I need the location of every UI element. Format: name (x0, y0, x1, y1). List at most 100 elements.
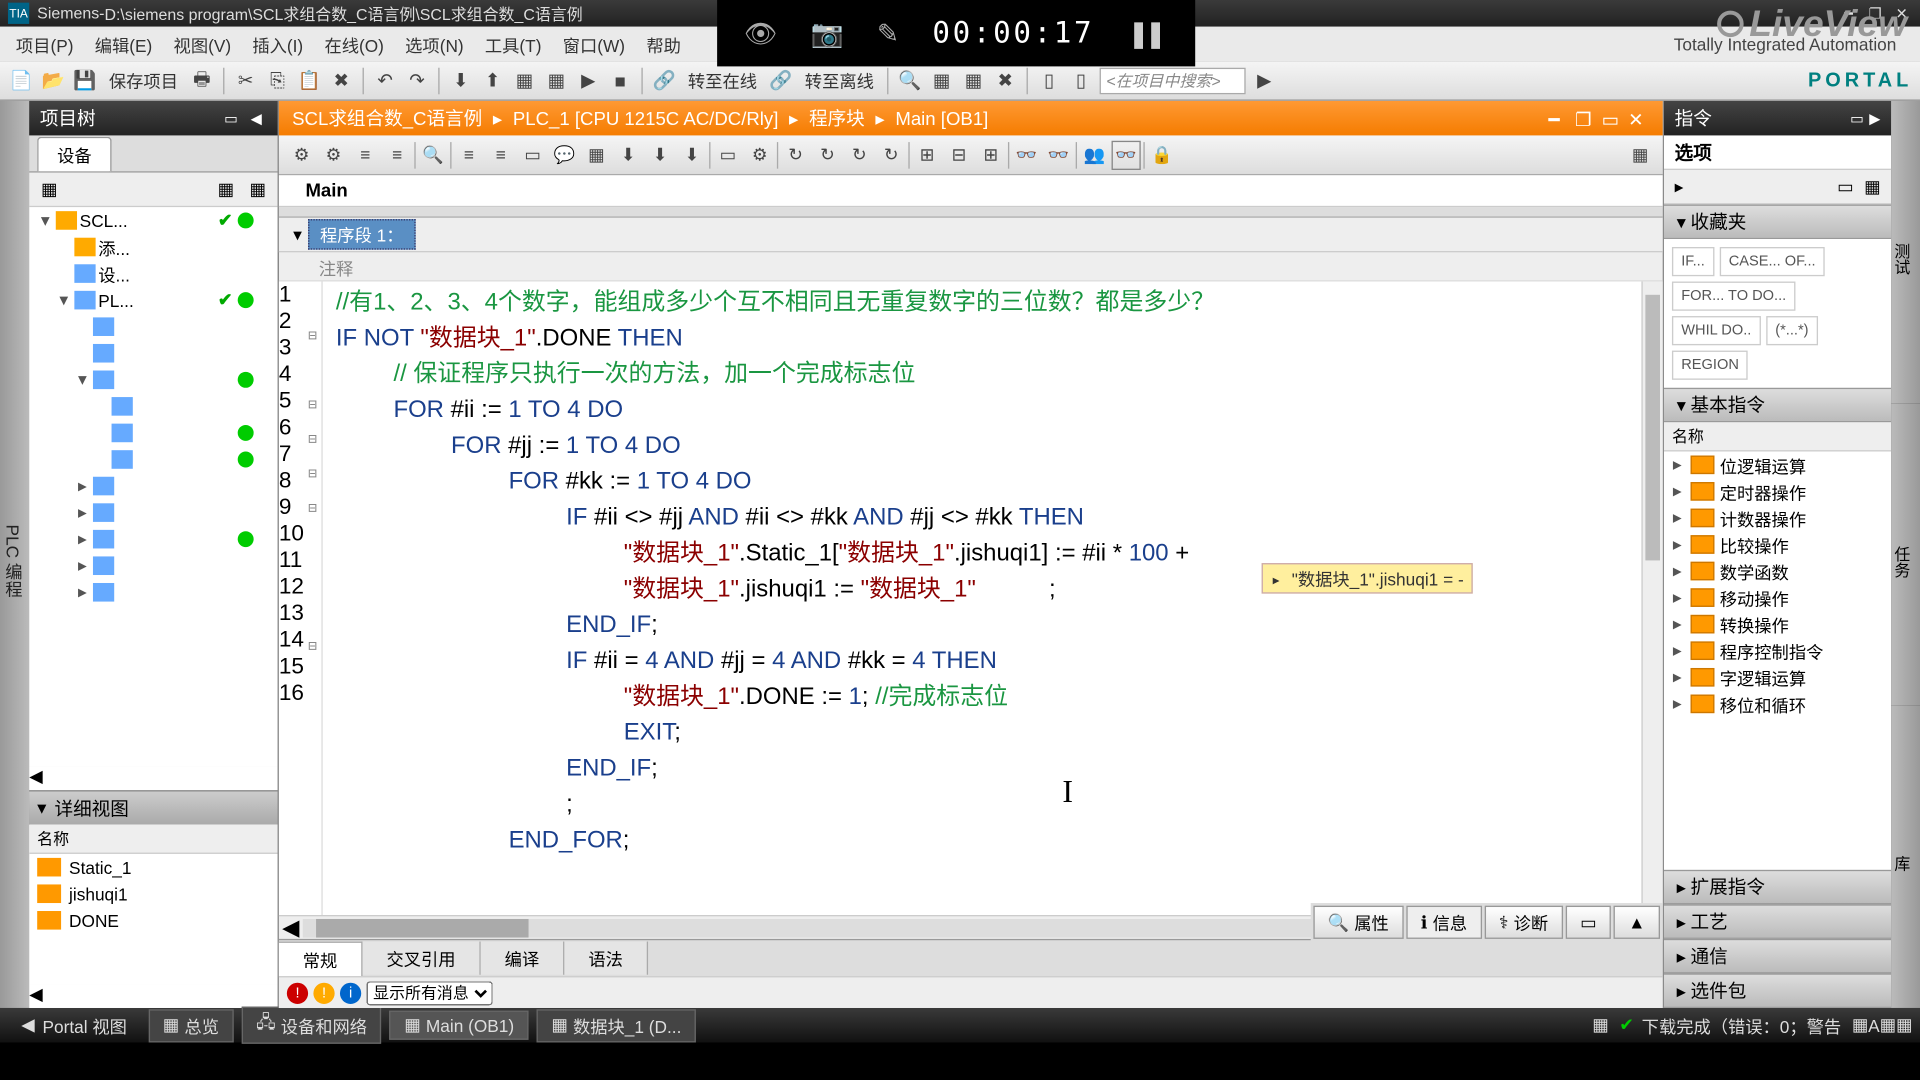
tree-item[interactable] (29, 393, 277, 420)
status-tray-1[interactable]: ▦ (1852, 1015, 1868, 1036)
menu-window[interactable]: 窗口(W) (552, 29, 636, 60)
favorites-accordion[interactable]: ▾收藏夹 (1664, 205, 1891, 240)
ed-tb-monitor-icon[interactable]: 👓 (1012, 140, 1041, 169)
project-tree[interactable]: ▾SCL...✔添...设...▾PL...✔▾▸▸▸▸▸ (29, 207, 277, 766)
code-editor[interactable]: 12345678910111213141516 ⊟ ⊟⊟⊟⊟ ⊟ //有1、2、… (279, 282, 1663, 915)
task-overview[interactable]: ▦ 总览 (148, 1009, 233, 1042)
instruction-group[interactable]: ▸计数器操作 (1664, 505, 1891, 532)
tb-icon-4[interactable]: ▦ (928, 67, 955, 94)
ed-tb-9[interactable]: ▦ (582, 140, 611, 169)
portal-view-button[interactable]: ◀ Portal 视图 (8, 1013, 140, 1038)
ed-tb-8[interactable]: 💬 (550, 140, 579, 169)
tb-icon-1[interactable]: ▦ (511, 67, 538, 94)
menu-tools[interactable]: 工具(T) (474, 29, 552, 60)
ed-tb-24[interactable]: 👥 (1080, 140, 1109, 169)
status-tray-2[interactable]: A (1868, 1015, 1880, 1035)
message-filter-select[interactable]: 显示所有消息 (367, 981, 493, 1005)
ed-tb-15[interactable]: ↻ (781, 140, 810, 169)
instruction-group[interactable]: ▸定时器操作 (1664, 478, 1891, 505)
tree-tb-icon-2[interactable]: ▦ (214, 177, 238, 201)
tb-icon-3[interactable]: 🔍 (896, 67, 923, 94)
tree-item[interactable]: ▸ (29, 552, 277, 579)
editor-close-icon[interactable]: ✕ (1628, 109, 1649, 128)
open-project-icon[interactable]: 📂 (40, 67, 67, 94)
info-tab[interactable]: ℹ 信息 (1406, 906, 1482, 939)
favorite-item[interactable]: (*...*) (1766, 316, 1818, 345)
favorite-item[interactable]: WHIL DO.. (1672, 316, 1761, 345)
instruction-group[interactable]: ▸字逻辑运算 (1664, 664, 1891, 691)
tree-collapse-icon[interactable]: ◀ (246, 109, 267, 128)
delete-icon[interactable]: ✖ (328, 67, 355, 94)
properties-tab[interactable]: 🔍 属性 (1313, 906, 1404, 939)
inspector-toggle-1[interactable]: ▭ (1565, 906, 1611, 939)
ed-tb-13[interactable]: ▭ (713, 140, 742, 169)
menu-edit[interactable]: 编辑(E) (84, 29, 163, 60)
tree-tb-icon-3[interactable]: ▦ (246, 177, 270, 201)
stop-cpu-icon[interactable]: ■ (607, 67, 634, 94)
instruction-accordion[interactable]: ▸扩展指令 (1664, 870, 1891, 905)
ed-tb-20[interactable]: ⊟ (944, 140, 973, 169)
opt-tb-1[interactable]: ▸ (1675, 176, 1684, 197)
ed-tb-5[interactable]: 🔍 (418, 140, 447, 169)
tb-icon-7[interactable]: ▯ (1036, 67, 1063, 94)
warning-filter-icon[interactable]: ! (313, 982, 334, 1003)
inspector-toggle-2[interactable]: ▲ (1614, 906, 1660, 939)
btab-syntax[interactable]: 语法 (564, 942, 648, 975)
tree-item[interactable]: ▾ (29, 367, 277, 394)
right-tab-1[interactable]: 测试 (1891, 101, 1920, 403)
crumb-blocks[interactable]: 程序块 (809, 105, 865, 132)
tree-item[interactable]: ▾PL...✔ (29, 287, 277, 314)
btab-xref[interactable]: 交叉引用 (363, 942, 481, 975)
ed-tb-2[interactable]: ⚙ (319, 140, 348, 169)
ed-tb-1[interactable]: ⚙ (287, 140, 316, 169)
redo-icon[interactable]: ↷ (404, 67, 431, 94)
instructions-list[interactable]: ▸位逻辑运算▸定时器操作▸计数器操作▸比较操作▸数学函数▸移动操作▸转换操作▸程… (1664, 452, 1891, 870)
instruction-group[interactable]: ▸程序控制指令 (1664, 637, 1891, 664)
project-search-input[interactable]: <在项目中搜索> (1100, 67, 1246, 94)
ed-tb-14[interactable]: ⚙ (745, 140, 774, 169)
instruction-group[interactable]: ▸比较操作 (1664, 531, 1891, 558)
opt-tb-3[interactable]: ▦ (1864, 176, 1880, 197)
right-tab-3[interactable]: 库 (1891, 706, 1920, 1008)
crumb-project[interactable]: SCL求组合数_C语言例 (292, 105, 482, 132)
upload-icon[interactable]: ⬆ (479, 67, 506, 94)
start-cpu-icon[interactable]: ▶ (575, 67, 602, 94)
instruction-accordion[interactable]: ▸选件包 (1664, 973, 1891, 1008)
go-offline-label[interactable]: 转至离线 (799, 68, 879, 93)
detail-row[interactable]: jishuqi1 (29, 880, 277, 907)
tree-scroll-left[interactable]: ◀ (29, 766, 42, 786)
eye-icon[interactable]: 👁 (744, 17, 778, 50)
editor-min-icon[interactable]: ━ (1548, 109, 1569, 128)
basic-instructions-accordion[interactable]: ▾基本指令 (1664, 388, 1891, 423)
instruction-group[interactable]: ▸转换操作 (1664, 611, 1891, 638)
editor-hscroll[interactable]: ◀ ▶ (279, 915, 1384, 939)
instruction-group[interactable]: ▸移动操作 (1664, 584, 1891, 611)
detail-row[interactable]: Static_1 (29, 854, 277, 881)
ed-tb-21[interactable]: ⊞ (976, 140, 1005, 169)
ed-tb-17[interactable]: ↻ (845, 140, 874, 169)
crumb-plc[interactable]: PLC_1 [CPU 1215C AC/DC/Rly] (513, 108, 779, 129)
ed-tb-26[interactable]: 🔒 (1147, 140, 1176, 169)
ed-tb-11[interactable]: ⬇ (645, 140, 674, 169)
ed-tb-25[interactable]: 👓 (1112, 140, 1141, 169)
ed-tb-10[interactable]: ⬇ (614, 140, 643, 169)
ed-tb-4[interactable]: ≡ (382, 140, 411, 169)
btab-compile[interactable]: 编译 (481, 942, 565, 975)
copy-icon[interactable]: ⎘ (264, 67, 291, 94)
undo-icon[interactable]: ↶ (372, 67, 399, 94)
tree-item[interactable]: ▸ (29, 526, 277, 553)
diagnostics-tab[interactable]: ⚕ 诊断 (1484, 906, 1562, 939)
tree-item[interactable]: ▸ (29, 579, 277, 606)
left-sidebar-tab[interactable]: PLC 编程 (0, 101, 29, 1008)
instruction-group[interactable]: ▸移位和循环 (1664, 691, 1891, 718)
go-offline-icon[interactable]: 🔗 (768, 67, 795, 94)
ed-tb-settings-icon[interactable]: ▦ (1625, 140, 1654, 169)
tree-item[interactable] (29, 420, 277, 447)
editor-vscroll[interactable] (1641, 282, 1662, 915)
task-devices[interactable]: 🖧 设备和网络 (242, 1007, 382, 1044)
btab-general[interactable]: 常规 (279, 941, 363, 976)
info-filter-icon[interactable]: i (340, 982, 361, 1003)
instruction-accordion[interactable]: ▸工艺 (1664, 904, 1891, 939)
status-tray-4[interactable]: ▦ (1896, 1015, 1912, 1036)
tree-float-icon[interactable]: ▭ (220, 109, 241, 128)
